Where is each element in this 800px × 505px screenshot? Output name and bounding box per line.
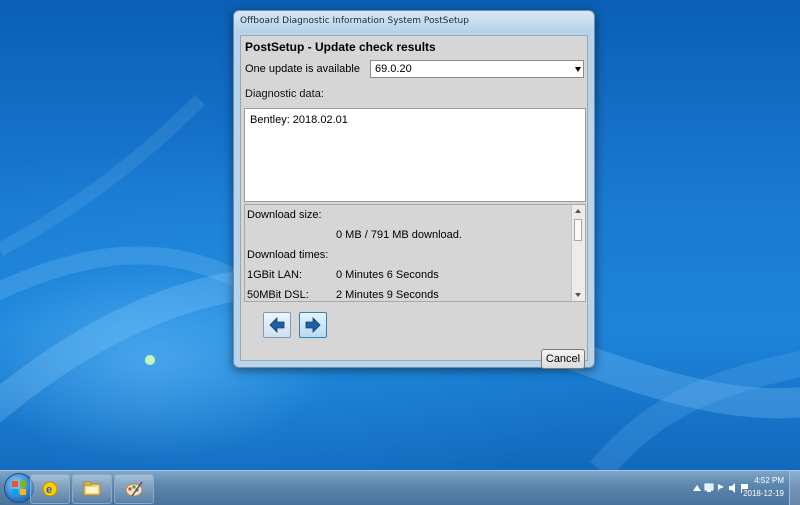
info-scrollbar[interactable] [571, 205, 585, 301]
version-dropdown[interactable]: 69.0.20 [370, 60, 584, 78]
svg-text:e: e [46, 484, 52, 496]
taskbar-app-paint[interactable] [114, 474, 154, 504]
chevron-down-icon [575, 67, 581, 72]
dialog-body: PostSetup - Update check results One upd… [240, 35, 588, 369]
arrow-left-icon [269, 317, 285, 333]
window-titlebar[interactable]: Offboard Diagnostic Information System P… [234, 11, 594, 33]
download-size-label: Download size: [247, 209, 322, 221]
lan-time-value: 0 Minutes 6 Seconds [336, 269, 439, 281]
scroll-thumb[interactable] [574, 219, 582, 241]
update-available-label: One update is available [245, 63, 360, 75]
show-desktop-button[interactable] [789, 471, 800, 505]
download-size-value: 0 MB / 791 MB download. [336, 229, 462, 241]
windows-logo-icon [12, 481, 26, 495]
page-title: PostSetup - Update check results [245, 40, 436, 54]
dsl-label: 50MBit DSL: [247, 289, 309, 301]
back-button[interactable] [263, 312, 291, 338]
postsetup-window: Offboard Diagnostic Information System P… [233, 10, 595, 369]
ie-icon: e [42, 481, 58, 497]
taskbar-app-ie[interactable]: e [30, 474, 70, 504]
version-selected-value: 69.0.20 [375, 63, 412, 75]
scroll-up-icon[interactable] [575, 209, 581, 213]
cancel-button[interactable]: Cancel [541, 349, 585, 369]
diagnostic-data-label: Diagnostic data: [245, 88, 324, 100]
volume-icon[interactable] [728, 483, 738, 493]
next-button[interactable] [299, 312, 327, 338]
action-center-icon[interactable] [716, 483, 726, 493]
dsl-time-value: 2 Minutes 9 Seconds [336, 289, 439, 301]
diagnostic-data-box[interactable]: Bentley: 2018.02.01 [244, 108, 586, 202]
clock-time[interactable]: 4:52 PM [754, 476, 784, 485]
diagnostic-data-text: Bentley: 2018.02.01 [250, 114, 348, 126]
clock-date[interactable]: 2018-12-19 [743, 489, 784, 498]
download-info-panel[interactable]: Download size: 0 MB / 791 MB download. D… [244, 204, 586, 302]
download-times-label: Download times: [247, 249, 329, 261]
scroll-down-icon[interactable] [575, 293, 581, 297]
taskbar-app-explorer[interactable] [72, 474, 112, 504]
lan-label: 1GBit LAN: [247, 269, 303, 281]
paint-icon [125, 481, 143, 497]
window-title: Offboard Diagnostic Information System P… [240, 16, 469, 26]
show-hidden-icons-icon[interactable] [692, 483, 702, 493]
folder-icon [83, 481, 101, 496]
taskbar: e 4:52 PM 2018-12-19 [0, 470, 800, 505]
arrow-right-icon [305, 317, 321, 333]
network-icon[interactable] [704, 483, 714, 493]
system-tray: 4:52 PM 2018-12-19 [660, 471, 800, 505]
